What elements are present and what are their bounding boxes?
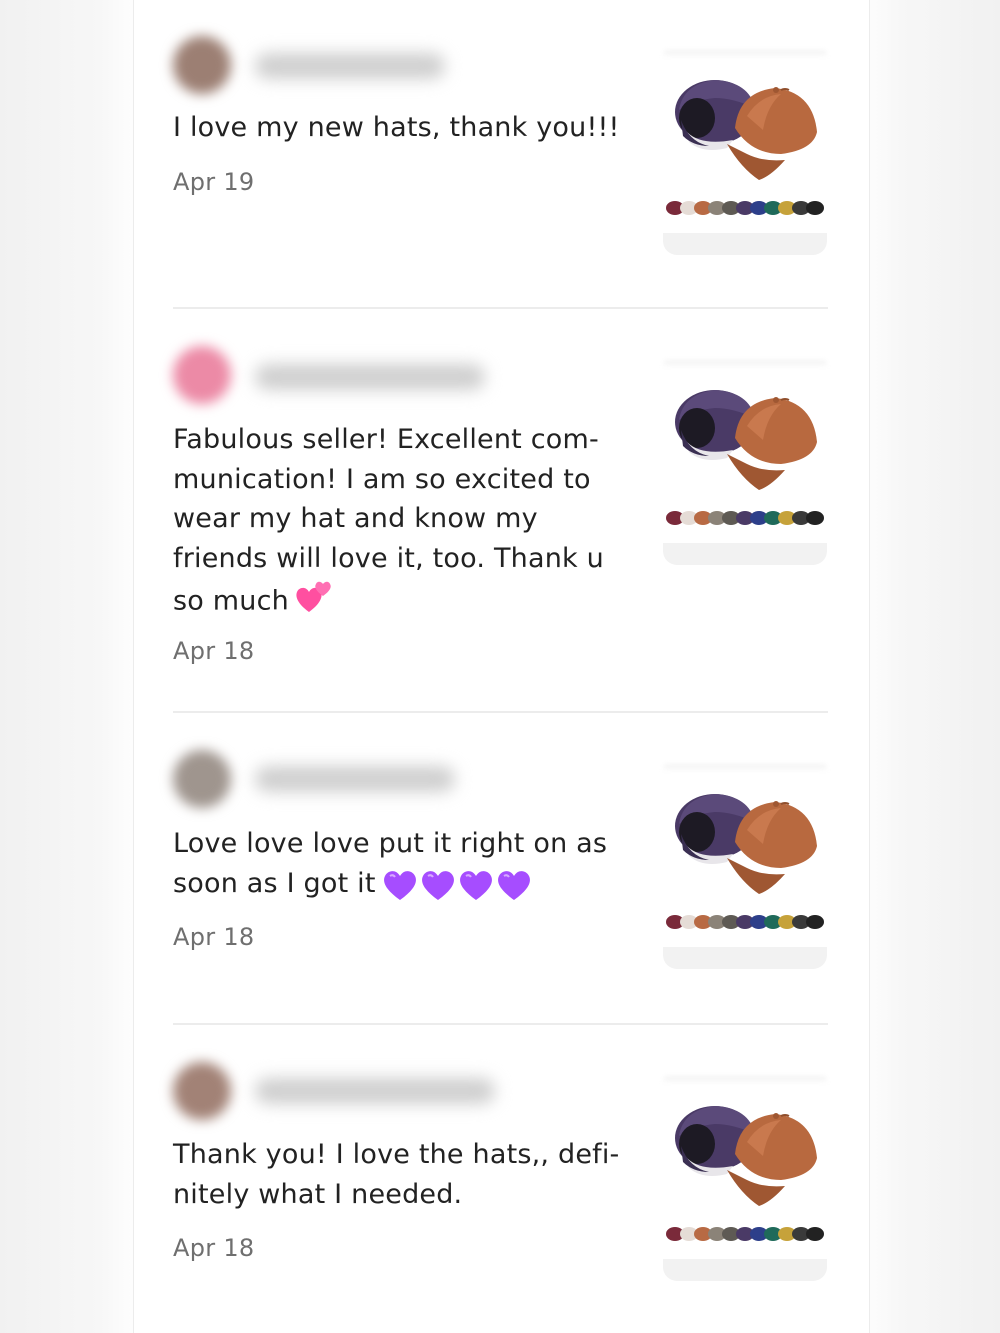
review-text: Fabulous seller! Excellent com- municati… xyxy=(173,420,643,626)
review-date: Apr 18 xyxy=(173,923,255,951)
thumbnail-bottom-edge xyxy=(663,233,827,255)
caps-image xyxy=(663,360,827,565)
caps-image xyxy=(663,764,827,969)
caps-image xyxy=(663,50,827,255)
review-text-body: Fabulous seller! Excellent com- municati… xyxy=(173,424,604,617)
reviewer-name-redacted[interactable] xyxy=(255,1078,495,1104)
reviewer-name-redacted[interactable] xyxy=(255,766,455,792)
thumbnail-bottom-edge xyxy=(663,1259,827,1281)
reviewer-name-redacted[interactable] xyxy=(255,364,485,390)
review-text: I love my new hats, thank you!!! xyxy=(173,112,620,143)
review-date: Apr 18 xyxy=(173,637,255,665)
review-card: Thank you! I love the hats,, defi- nitel… xyxy=(173,1026,828,1333)
product-thumbnail[interactable] xyxy=(663,764,827,969)
review-text: Love love love put it right on as soon a… xyxy=(173,824,643,904)
review-divider xyxy=(173,307,828,309)
caps-image xyxy=(663,1076,827,1281)
reviewer-avatar[interactable] xyxy=(173,346,231,404)
review-text: Thank you! I love the hats,, defi- nitel… xyxy=(173,1139,620,1210)
product-thumbnail[interactable] xyxy=(663,360,827,565)
purple-hearts-icon xyxy=(382,864,534,904)
review-date: Apr 18 xyxy=(173,1234,255,1262)
review-card: I love my new hats, thank you!!! Apr 19 xyxy=(173,0,828,310)
review-date: Apr 19 xyxy=(173,168,255,196)
two-hearts-icon xyxy=(295,578,333,626)
thumbnail-bottom-edge xyxy=(663,947,827,969)
review-card: Fabulous seller! Excellent com- municati… xyxy=(173,310,828,714)
review-card: Love love love put it right on as soon a… xyxy=(173,714,828,1026)
reviewer-name-redacted[interactable] xyxy=(255,53,445,79)
review-divider xyxy=(173,711,828,713)
product-thumbnail[interactable] xyxy=(663,50,827,255)
reviewer-avatar[interactable] xyxy=(173,36,231,94)
product-thumbnail[interactable] xyxy=(663,1076,827,1281)
reviewer-avatar[interactable] xyxy=(173,1062,231,1120)
reviewer-avatar[interactable] xyxy=(173,750,231,808)
thumbnail-bottom-edge xyxy=(663,543,827,565)
review-divider xyxy=(173,1023,828,1025)
